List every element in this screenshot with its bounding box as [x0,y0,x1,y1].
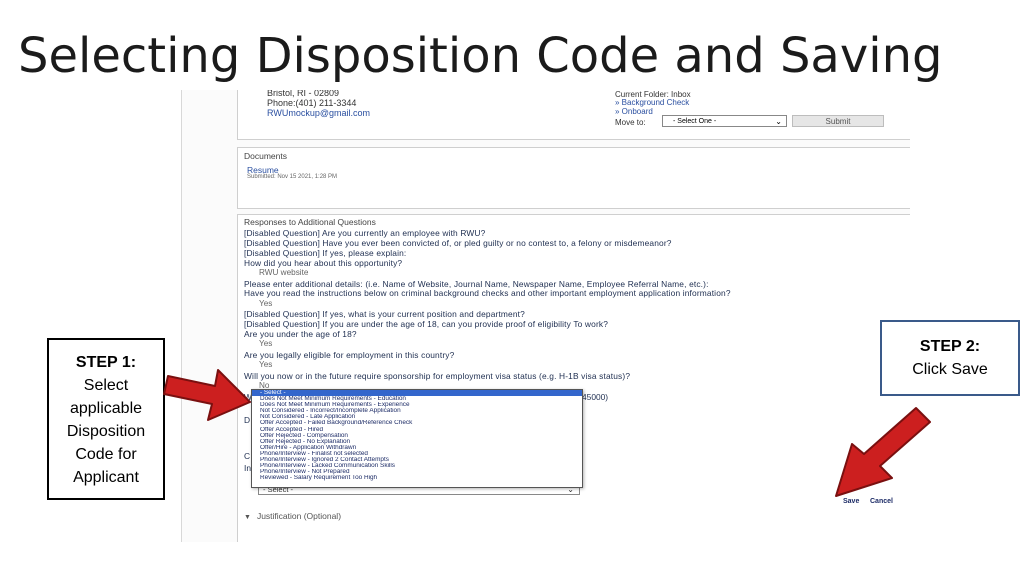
move-to-value: - Select One - [673,118,717,125]
partial-text: In [244,463,251,473]
disposition-dropdown-list[interactable]: - Select - Does Not Meet Minimum Require… [251,389,583,488]
partial-text: 45000) [582,392,609,402]
response-line: Are you under the age of 18? [244,329,357,339]
response-answer: Yes [259,360,273,369]
responses-header: Responses to Additional Questions [244,217,376,227]
step1-line: Select [83,377,129,394]
step1-line: Applicant [73,469,139,486]
disposition-option[interactable]: Reviewed - Salary Requirement Too High [252,475,582,481]
folder-link-background-check[interactable]: » Background Check [615,98,689,107]
response-answer: RWU website [259,268,309,277]
arrow-down-left-icon [835,407,931,497]
documents-header: Documents [244,151,287,161]
step2-callout: STEP 2: Click Save [880,320,1020,396]
resume-date: Submitted: Nov 15 2021, 1:28 PM [247,174,338,180]
response-line: Are you legally eligible for employment … [244,350,455,360]
justification-label: Justification (Optional) [256,511,342,521]
response-line: How did you hear about this opportunity? [244,258,403,268]
response-line: [Disabled Question] If yes, what is your… [244,309,525,319]
justification-toggle[interactable]: ▼ Justification (Optional) [244,511,341,521]
step2-title: STEP 2: [919,338,981,355]
slide-title: Selecting Disposition Code and Saving [18,28,943,84]
folder-link-onboard[interactable]: » Onboard [615,107,653,116]
response-line: Have you read the instructions below on … [244,288,731,298]
response-line: [Disabled Question] Are you currently an… [244,228,486,238]
submit-button[interactable]: Submit [792,115,884,127]
response-line: [Disabled Question] If yes, please expla… [244,248,407,258]
partial-text: C [244,451,251,461]
contact-phone: Phone:(401) 211-3344 [267,98,357,108]
applicant-screenshot: Bristol, RI - 02809 Phone:(401) 211-3344… [181,90,910,542]
response-line: [Disabled Question] Have you ever been c… [244,238,672,248]
move-to-label: Move to: [615,118,646,127]
triangle-down-icon: ▼ [244,514,251,521]
step2-line: Click Save [912,361,988,378]
step1-title: STEP 1: [75,354,137,371]
step1-line: applicable [69,400,143,417]
response-line: [Disabled Question] If you are under the… [244,319,609,329]
contact-address: Bristol, RI - 02809 [267,90,340,98]
response-answer: Yes [259,339,273,348]
move-to-select[interactable]: - Select One - ⌄ [662,115,787,127]
contact-email[interactable]: RWUmockup@gmail.com [267,108,370,118]
step1-line: Code for [75,446,137,463]
response-line: Will you now or in the future require sp… [244,371,631,381]
step1-callout: STEP 1: Select applicable Disposition Co… [47,338,165,500]
step1-line: Disposition [66,423,146,440]
response-answer: Yes [259,299,273,308]
chevron-down-icon: ⌄ [775,117,782,126]
arrow-right-icon [163,369,251,421]
documents-panel [237,147,910,209]
